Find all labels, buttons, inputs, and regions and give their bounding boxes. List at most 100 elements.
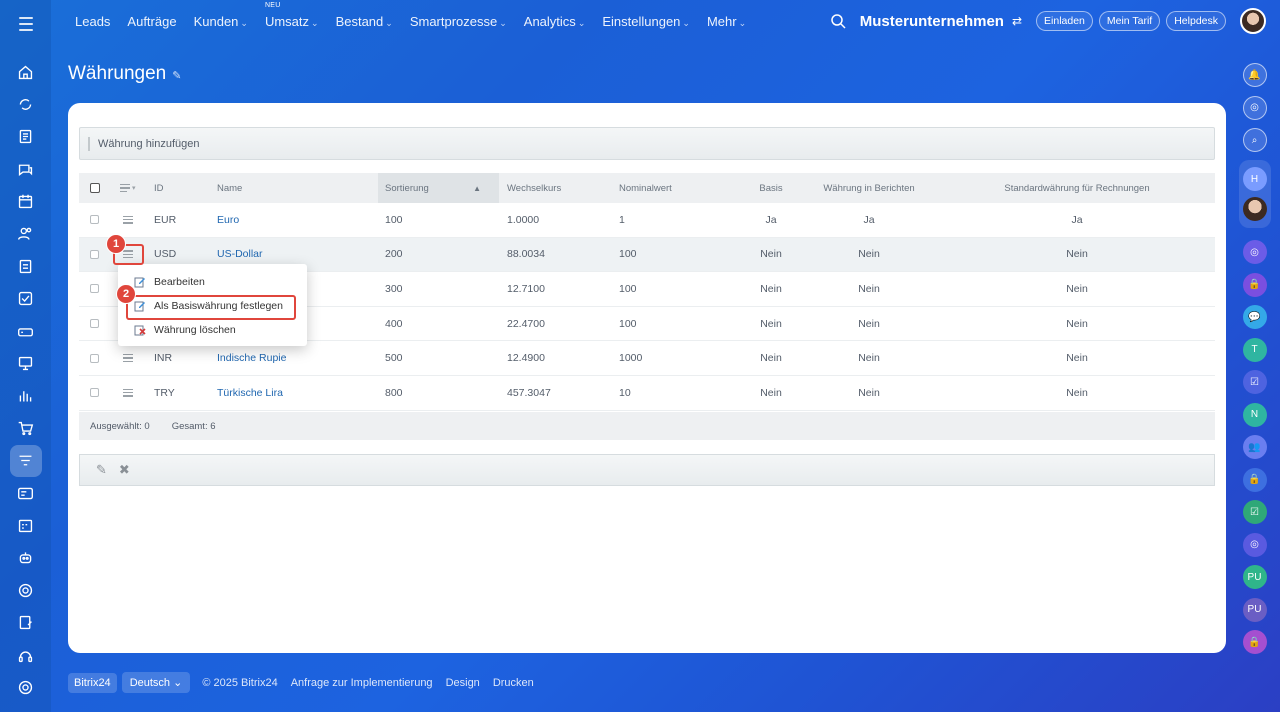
nav-item-umsatz[interactable]: Umsatz ⌄ NEU (265, 2, 319, 29)
search-icon[interactable] (830, 13, 846, 29)
add-toolbar: Währung hinzufügen (79, 127, 1215, 160)
copilot-chat-icon[interactable]: ◎ (1242, 240, 1267, 264)
cell-nominal: 1000 (619, 352, 643, 365)
edit-pencil-icon[interactable]: ✎ (96, 462, 107, 478)
tasks-icon[interactable] (10, 283, 42, 315)
add-currency-button[interactable]: Währung hinzufügen (98, 138, 200, 150)
company-name[interactable]: Musterunternehmen (860, 13, 1004, 30)
calendar-icon[interactable] (10, 186, 42, 218)
cell-nominal: 10 (619, 386, 631, 399)
row-menu-button[interactable] (123, 203, 133, 237)
settings-icon[interactable] (10, 671, 42, 703)
nav-item-mehr[interactable]: Mehr ⌄ (707, 14, 746, 29)
highlight-set-base-item (126, 295, 296, 320)
presentation-icon[interactable] (10, 348, 42, 380)
chat-avatar-t[interactable]: T (1242, 337, 1267, 362)
row-checkbox[interactable] (90, 319, 99, 329)
header-rate[interactable]: Wechselkurs (507, 173, 561, 203)
row-checkbox[interactable] (90, 284, 99, 294)
cell-name[interactable]: Indische Rupie (217, 352, 286, 364)
header-id[interactable]: ID (154, 173, 164, 203)
my-plan-button[interactable]: Mein Tarif (1098, 11, 1161, 31)
language-selector[interactable]: Deutsch ⌄ (121, 672, 191, 693)
header-name[interactable]: Name (217, 173, 242, 203)
menu-item-edit[interactable]: Bearbeiten (118, 271, 307, 293)
column-settings-icon[interactable]: ▾ (120, 173, 136, 203)
header-sort[interactable]: Sortierung ▲ (378, 173, 499, 203)
analytics-icon[interactable] (10, 380, 42, 412)
select-all-checkbox[interactable] (90, 183, 100, 193)
schedule-icon[interactable] (10, 509, 42, 541)
page-footer: Bitrix24 Deutsch ⌄ © 2025 Bitrix24 Anfra… (68, 672, 547, 693)
implementation-link[interactable]: Anfrage zur Implementierung (291, 677, 433, 689)
menu-burger-icon[interactable] (14, 12, 38, 36)
row-checkbox[interactable] (90, 249, 99, 259)
task-chat-icon-2[interactable]: ☑ (1242, 500, 1267, 524)
id-card-icon[interactable] (10, 477, 42, 509)
helpdesk-button[interactable]: Helpdesk (1166, 11, 1226, 31)
menu-item-delete[interactable]: Währung löschen (118, 319, 307, 341)
chat-avatar-pu-2[interactable]: PU (1242, 597, 1267, 622)
notes-icon[interactable] (10, 250, 42, 282)
drive-icon[interactable] (10, 315, 42, 347)
nav-item-smartprozesse[interactable]: Smartprozesse ⌄ (410, 14, 507, 29)
chat-avatar-user[interactable] (1242, 197, 1267, 221)
table-row[interactable]: TRY Türkische Lira 800 457.3047 10 Nein Nein Ne… (79, 376, 1215, 411)
delete-x-icon[interactable]: ✖ (119, 462, 130, 478)
robot-icon[interactable] (10, 542, 42, 574)
chat-avatar-n[interactable]: N (1242, 402, 1267, 427)
design-link[interactable]: Design (446, 677, 480, 689)
row-checkbox[interactable] (90, 353, 99, 363)
pin-icon[interactable]: ✎ (172, 70, 181, 82)
lock-chat-icon-2[interactable]: 🔒 (1242, 467, 1267, 492)
copilot-icon[interactable]: ◎ (1242, 95, 1267, 120)
header-reports[interactable]: Währung in Berichten (779, 173, 959, 203)
chat-avatar-pu-1[interactable]: PU (1242, 565, 1267, 589)
cell-name[interactable]: US-Dollar (217, 248, 263, 260)
cart-icon[interactable] (10, 412, 42, 444)
row-menu-button[interactable] (123, 376, 133, 410)
settings-sliders-icon[interactable]: ⇄ (1012, 14, 1022, 28)
group-chat-icon[interactable]: 👥 (1242, 435, 1267, 459)
row-checkbox[interactable] (90, 215, 99, 225)
cell-rate: 22.4700 (507, 317, 545, 330)
chat-search-icon[interactable]: ⌕ (1242, 128, 1267, 152)
chat-avatar-h[interactable]: H (1242, 167, 1267, 191)
header-nominal[interactable]: Nominalwert (619, 173, 672, 203)
edit-doc-icon[interactable] (10, 607, 42, 639)
chat-icon[interactable] (10, 153, 42, 185)
table-row[interactable]: EUR Euro 100 1.0000 1 Ja Ja Ja (79, 203, 1215, 238)
header-invoice[interactable]: Standardwährung für Rechnungen (959, 173, 1195, 203)
user-avatar[interactable] (1240, 8, 1266, 34)
row-checkbox[interactable] (90, 388, 99, 398)
cell-rate: 12.4900 (507, 352, 545, 365)
table-row[interactable]: INR Indische Rupie 500 12.4900 1000 Nein Nein N… (79, 341, 1215, 376)
invite-button[interactable]: Einladen (1036, 11, 1093, 31)
message-chat-icon[interactable]: 💬 (1242, 305, 1267, 329)
nav-item-aufträge[interactable]: Aufträge (127, 14, 176, 29)
row-menu-button[interactable] (123, 341, 133, 375)
headset-icon[interactable] (10, 639, 42, 671)
nav-item-einstellungen[interactable]: Einstellungen ⌄ (602, 14, 690, 29)
edit-icon (134, 277, 145, 288)
document-icon[interactable] (10, 121, 42, 153)
sync-icon[interactable] (10, 88, 42, 120)
bell-icon[interactable]: 🔔 (1242, 63, 1267, 87)
home-icon[interactable] (10, 56, 42, 88)
lock-chat-icon-3[interactable]: 🔒 (1242, 630, 1267, 654)
cell-name[interactable]: Türkische Lira (217, 387, 283, 399)
target-icon[interactable] (10, 574, 42, 606)
print-link[interactable]: Drucken (493, 677, 534, 689)
copilot-chat-icon-2[interactable]: ◎ (1242, 532, 1267, 557)
nav-item-bestand[interactable]: Bestand ⌄ (336, 14, 393, 29)
contacts-icon[interactable] (10, 218, 42, 250)
nav-item-kunden[interactable]: Kunden ⌄ (194, 14, 248, 29)
filter-icon[interactable] (9, 444, 42, 477)
task-chat-icon[interactable]: ☑ (1242, 370, 1267, 394)
cell-name[interactable]: Euro (217, 214, 239, 226)
lock-chat-icon[interactable]: 🔒 (1242, 272, 1267, 297)
bitrix24-logo[interactable]: Bitrix24 (68, 672, 117, 693)
page-title: Währungen ✎ (68, 63, 182, 84)
nav-item-leads[interactable]: Leads (75, 14, 110, 29)
nav-item-analytics[interactable]: Analytics ⌄ (524, 14, 586, 29)
